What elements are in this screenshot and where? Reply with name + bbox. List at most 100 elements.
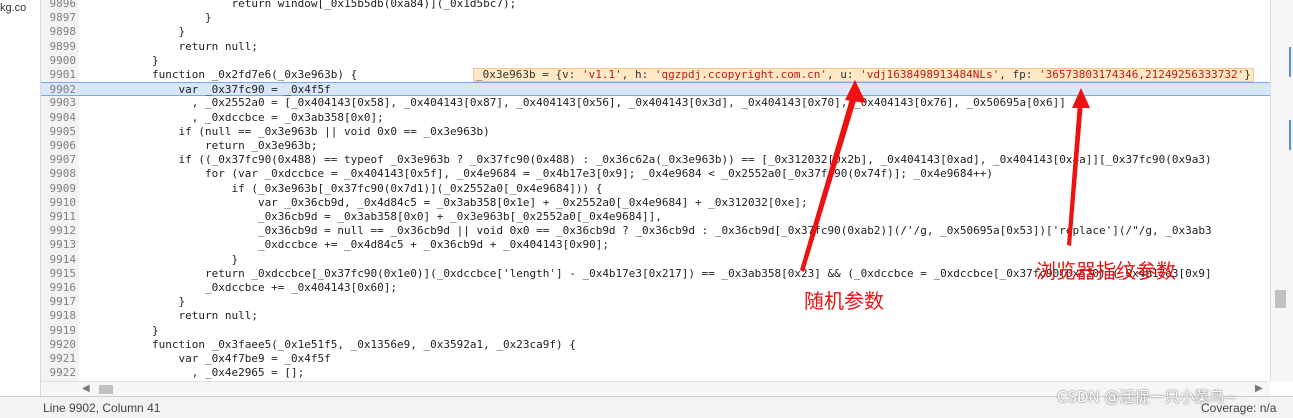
line-number[interactable]: 9905: [41, 125, 77, 139]
line-number[interactable]: 9902: [41, 83, 77, 97]
code-text: function _0x3faee5(_0x1e51f5, _0x1356e9,…: [99, 337, 576, 351]
code-text: _0xdccbce += _0x4d84c5 + _0x36cb9d + _0x…: [99, 238, 609, 252]
code-text: , _0xdccbce = _0x3ab358[0x0];: [99, 110, 384, 124]
line-number[interactable]: 9898: [41, 25, 77, 39]
line-number[interactable]: 9906: [41, 139, 77, 153]
vertical-scrollbar[interactable]: [1270, 0, 1293, 381]
line-number[interactable]: 9904: [41, 111, 77, 125]
scroll-left-icon[interactable]: ◀: [82, 383, 90, 394]
code-line[interactable]: 9922 , _0x4e2965 = [];: [41, 366, 1270, 380]
code-text: _0x36cb9d = null == _0x36cb9d || void 0x…: [99, 224, 1212, 238]
code-text: var _0x36cb9d, _0x4d84c5 = _0x3ab358[0x1…: [99, 195, 808, 209]
code-text: , _0x2552a0 = [_0x404143[0x58], _0x40414…: [99, 96, 1066, 110]
code-line[interactable]: 9913 _0xdccbce += _0x4d84c5 + _0x36cb9d …: [41, 238, 1270, 252]
line-number[interactable]: 9900: [41, 54, 77, 68]
line-number[interactable]: 9915: [41, 267, 77, 281]
code-line[interactable]: 9912 _0x36cb9d = null == _0x36cb9d || vo…: [41, 224, 1270, 238]
line-number[interactable]: 9903: [41, 96, 77, 110]
inline-value-sep-u: , u:: [827, 68, 861, 81]
code-text: for (var _0xdccbce = _0x404143[0x5f], _0…: [99, 167, 994, 181]
code-line[interactable]: 9908 for (var _0xdccbce = _0x404143[0x5f…: [41, 167, 1270, 181]
line-number[interactable]: 9909: [41, 182, 77, 196]
line-number[interactable]: 9922: [41, 366, 77, 380]
inline-value-prefix: _0x3e963b = {v:: [476, 68, 582, 81]
inline-value-sep-h: , h:: [621, 68, 655, 81]
line-number[interactable]: 9908: [41, 167, 77, 181]
code-text: function _0x2fd7e6(_0x3e963b) {: [99, 68, 358, 81]
file-tab-snippet[interactable]: kg.co: [0, 2, 38, 14]
code-text: return _0x3e963b;: [99, 139, 318, 152]
code-line[interactable]: 9909 if (_0x3e963b[_0x37fc90(0x7d1)](_0x…: [41, 182, 1270, 196]
csdn-watermark: CSDN @活捉一只小菜鸟~: [1057, 388, 1238, 406]
code-editor[interactable]: 9896 return window[_0x15b5db(0xa84)](_0x…: [41, 0, 1270, 381]
code-line[interactable]: 9910 var _0x36cb9d, _0x4d84c5 = _0x3ab35…: [41, 196, 1270, 210]
code-text: }: [99, 25, 186, 39]
code-text: if (null == _0x3e963b || void 0x0 == _0x…: [99, 124, 490, 138]
code-line[interactable]: 9898 }: [41, 25, 1270, 39]
left-panel: kg.co: [0, 0, 41, 417]
code-line[interactable]: 9917 }: [41, 295, 1270, 309]
vertical-scroll-thumb[interactable]: [1275, 290, 1286, 308]
code-text: }: [99, 11, 212, 25]
line-number[interactable]: 9913: [41, 238, 77, 252]
inline-value-suffix: }: [1244, 68, 1251, 81]
code-line[interactable]: 9896 return window[_0x15b5db(0xa84)](_0x…: [41, 0, 1270, 11]
scroll-right-icon[interactable]: ▶: [1255, 383, 1263, 394]
code-text: var _0x37fc90 = _0x4f5f: [99, 83, 331, 97]
inline-value-fp: '36573803174346,21249256333732': [1038, 68, 1245, 81]
code-line[interactable]: 9899 return null;: [41, 40, 1270, 54]
line-number[interactable]: 9897: [41, 11, 77, 25]
line-number[interactable]: 9921: [41, 352, 77, 366]
line-number[interactable]: 9896: [41, 0, 77, 11]
line-number[interactable]: 9899: [41, 40, 77, 54]
code-text: }: [99, 252, 239, 266]
line-number[interactable]: 9920: [41, 338, 77, 352]
code-line[interactable]: 9907 if ((_0x37fc90(0x488) == typeof _0x…: [41, 153, 1270, 167]
code-line[interactable]: 9900 }: [41, 54, 1270, 68]
cursor-position: Line 9902, Column 41: [43, 401, 161, 415]
code-line[interactable]: 9918 return null;: [41, 309, 1270, 323]
code-text: var _0x4f7be9 = _0x4f5f: [99, 352, 331, 365]
line-number[interactable]: 9910: [41, 196, 77, 210]
line-number[interactable]: 9914: [41, 253, 77, 267]
horizontal-scroll-thumb[interactable]: [99, 385, 113, 394]
code-text: return null;: [99, 309, 258, 323]
code-line[interactable]: 9905 if (null == _0x3e963b || void 0x0 =…: [41, 125, 1270, 139]
scroll-marker: [1289, 120, 1291, 150]
code-line[interactable]: 9919 }: [41, 324, 1270, 338]
code-text: return window[_0x15b5db(0xa84)](_0x1d5bc…: [99, 0, 517, 10]
code-text: return null;: [99, 39, 258, 53]
line-number[interactable]: 9911: [41, 210, 77, 224]
scroll-marker: [1289, 47, 1291, 77]
line-number[interactable]: 9907: [41, 153, 77, 167]
line-number[interactable]: 9917: [41, 295, 77, 309]
code-line[interactable]: 9921 var _0x4f7be9 = _0x4f5f: [41, 352, 1270, 366]
inline-value-h: 'qgzpdj.ccopyright.com.cn': [654, 68, 828, 81]
code-line[interactable]: 9911 _0x36cb9d = _0x3ab358[0x0] + _0x3e9…: [41, 210, 1270, 224]
inline-value-v: 'v1.1': [581, 68, 622, 81]
line-number[interactable]: 9912: [41, 224, 77, 238]
inline-value-u: 'vdj1638498913484NLs': [860, 68, 1000, 81]
code-line[interactable]: 9906 return _0x3e963b;: [41, 139, 1270, 153]
line-number[interactable]: 9916: [41, 281, 77, 295]
code-line[interactable]: 9901 function _0x2fd7e6(_0x3e963b) { _0x3…: [41, 68, 1270, 82]
code-text: if (_0x3e963b[_0x37fc90(0x7d1)](_0x2552a…: [99, 181, 603, 195]
code-line[interactable]: 9897 }: [41, 11, 1270, 25]
code-text: }: [99, 295, 186, 309]
inline-value-preview: _0x3e963b = {v: 'v1.1', h: 'qgzpdj.ccopy…: [473, 68, 1254, 82]
line-number[interactable]: 9918: [41, 309, 77, 323]
code-line[interactable]: 9903 , _0x2552a0 = [_0x404143[0x58], _0x…: [41, 96, 1270, 110]
inline-value-sep-fp: , fp:: [999, 68, 1039, 81]
code-text: if ((_0x37fc90(0x488) == typeof _0x3e963…: [99, 153, 1212, 167]
random-param-label: 随机参数: [804, 289, 884, 313]
code-line[interactable]: 9902 var _0x37fc90 = _0x4f5f: [41, 82, 1270, 97]
code-text: _0x36cb9d = _0x3ab358[0x0] + _0x3e963b[_…: [99, 210, 662, 223]
code-line[interactable]: 9904 , _0xdccbce = _0x3ab358[0x0];: [41, 111, 1270, 125]
code-line[interactable]: 9920 function _0x3faee5(_0x1e51f5, _0x13…: [41, 338, 1270, 352]
code-text: , _0x4e2965 = [];: [99, 366, 305, 380]
line-number[interactable]: 9919: [41, 324, 77, 338]
code-text: _0xdccbce += _0x404143[0x60];: [99, 281, 398, 294]
line-number[interactable]: 9901: [41, 68, 77, 82]
code-text: }: [99, 323, 159, 337]
fingerprint-param-label: 浏览器指纹参数: [1036, 259, 1176, 283]
